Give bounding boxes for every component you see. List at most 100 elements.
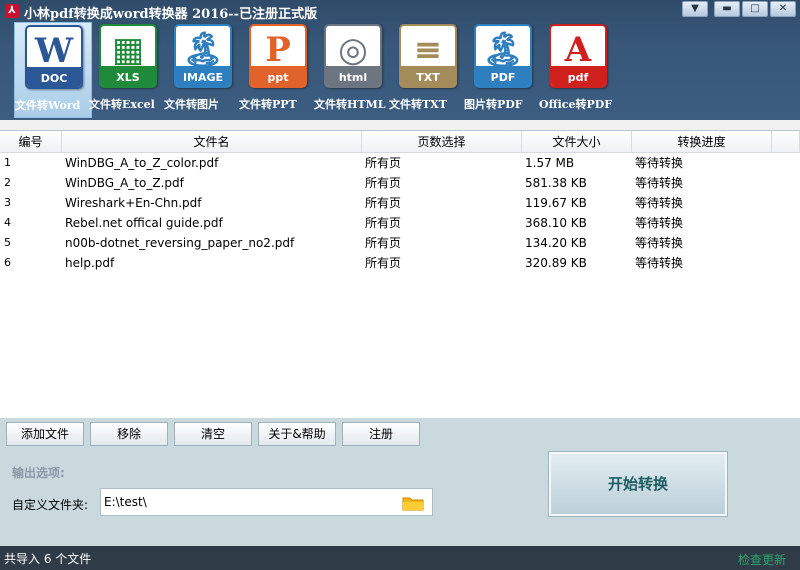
clear-button[interactable]: 清空 [174,422,252,446]
toolbar-icon-tag: ppt [267,71,289,84]
toolbar-icon-tag: IMAGE [182,71,224,84]
imported-count-text: 共导入 6 个文件 [4,552,92,566]
cell-progress: 等待转换 [635,256,684,270]
toolbar-item-label: Office转PDF [539,98,613,111]
xls-icon: ▦ XLS [99,24,157,88]
toolbar-item-ppt[interactable]: Pppt 文件转PPT [239,22,317,118]
remove-button[interactable]: 移除 [90,422,168,446]
title-bar: ⅄ 小林pdf转换成word转换器 2016--已注册正式版 ▼ ▬ □ ✕ [0,0,800,22]
cell-progress: 等待转换 [635,236,684,250]
table-header: 编号 文件名 页数选择 文件大小 转换进度 [0,131,800,153]
toolbar-icon-tag: PDF [490,71,516,84]
toolbar-item-label: 文件转HTML [314,98,386,111]
cell-progress: 等待转换 [635,156,684,170]
cell-pages: 所有页 [365,176,402,190]
minimize-button[interactable]: ▬ [714,1,740,17]
table-body: 1 WinDBG_A_to_Z_color.pdf 所有页 1.57 MB 等待转换 2 W… [0,153,800,273]
table-row[interactable]: 3 Wireshark+En-Chn.pdf 所有页 119.67 KB 等待转换 [0,193,800,213]
cell-progress: 等待转换 [635,216,684,230]
window-title: 小林pdf转换成word转换器 2016--已注册正式版 [24,7,318,22]
maximize-button[interactable]: □ [742,1,768,17]
toolbar-item-txt[interactable]: ≡ TXT 文件转TXT [389,22,467,118]
custom-folder-field [100,488,433,516]
toolbar-item-pdf[interactable]: Apdf Office转PDF [539,22,617,118]
toolbar-item-xls[interactable]: ▦ XLS 文件转Excel [89,22,167,118]
toolbar-item-html[interactable]: ◎ html 文件转HTML [314,22,392,118]
column-header-filename[interactable]: 文件名 [62,131,362,152]
file-table[interactable]: 编号 文件名 页数选择 文件大小 转换进度 1 WinDBG_A_to_Z_col… [0,130,800,418]
cell-size: 320.89 KB [525,256,587,270]
toolbar-icon-tag: pdf [567,71,589,84]
conversion-toolbar: W DOC 文件转Word ▦ XLS 文件转Excel 🏝 IMAGE 文件转图片 Pppt 文件… [14,22,614,118]
dropdown-menu-button[interactable]: ▼ [682,1,708,17]
acrobat-icon: ⅄ [5,4,19,18]
toolbar-item-label: 图片转PDF [464,98,523,111]
cell-filename: WinDBG_A_to_Z.pdf [65,176,184,190]
toolbar-icon-glyph: P [265,30,291,70]
cell-progress: 等待转换 [635,176,684,190]
cell-size: 1.57 MB [525,156,575,170]
table-row[interactable]: 2 WinDBG_A_to_Z.pdf 所有页 581.38 KB 等待转换 [0,173,800,193]
table-row[interactable]: 1 WinDBG_A_to_Z_color.pdf 所有页 1.57 MB 等待转换 [0,153,800,173]
column-header-pages[interactable]: 页数选择 [362,131,522,152]
close-button[interactable]: ✕ [770,1,796,17]
image-icon: 🏝 IMAGE [174,24,232,88]
about-help-button[interactable]: 关于&帮助 [258,422,336,446]
cell-pages: 所有页 [365,256,402,270]
table-row[interactable]: 4 Rebel.net offical guide.pdf 所有页 368.10 KB… [0,213,800,233]
folder-path-input[interactable] [104,495,394,509]
cell-pages: 所有页 [365,216,402,230]
cell-size: 119.67 KB [525,196,587,210]
column-header-number[interactable]: 编号 [0,131,62,152]
cell-number: 6 [4,256,11,269]
add-file-button[interactable]: 添加文件 [6,422,84,446]
status-bar: 共导入 6 个文件 检查更新 [0,546,800,570]
custom-folder-label: 自定义文件夹: [12,498,89,512]
toolbar-icon-tag: XLS [116,71,140,84]
cell-filename: help.pdf [65,256,115,270]
column-header-spacer [772,131,800,152]
toolbar-item-label: 文件转TXT [389,98,447,111]
header-area: ⅄ 小林pdf转换成word转换器 2016--已注册正式版 ▼ ▬ □ ✕ W… [0,0,800,120]
toolbar-icon-glyph: ◎ [338,30,368,70]
column-header-progress[interactable]: 转换进度 [632,131,772,152]
toolbar-icon-glyph: ▦ [111,30,145,70]
cell-number: 3 [4,196,11,209]
action-buttons: 添加文件 移除 清空 关于&帮助 注册 [6,422,420,446]
toolbar-item-image-to-pdf[interactable]: 🏝 PDF 图片转PDF [464,22,542,118]
toolbar-icon-glyph: ≡ [413,30,443,70]
toolbar-item-image[interactable]: 🏝 IMAGE 文件转图片 [164,22,242,118]
cell-number: 4 [4,216,11,229]
table-row[interactable]: 5 n00b-dotnet_reversing_paper_no2.pdf 所有页 1… [0,233,800,253]
cell-pages: 所有页 [365,236,402,250]
cell-filename: WinDBG_A_to_Z_color.pdf [65,156,219,170]
folder-icon[interactable] [402,495,424,511]
output-options-title: 输出选项: [12,466,65,480]
toolbar-item-label: 文件转PPT [239,98,297,111]
cell-number: 2 [4,176,11,189]
toolbar-item-doc[interactable]: W DOC 文件转Word [14,22,92,118]
toolbar-icon-glyph: W [34,31,74,71]
cell-filename: Wireshark+En-Chn.pdf [65,196,202,210]
toolbar-icon-tag: TXT [416,71,440,84]
cell-pages: 所有页 [365,156,402,170]
column-header-size[interactable]: 文件大小 [522,131,632,152]
cell-filename: n00b-dotnet_reversing_paper_no2.pdf [65,236,295,250]
cell-number: 5 [4,236,11,249]
register-button[interactable]: 注册 [342,422,420,446]
toolbar-icon-tag: DOC [40,72,68,85]
options-panel: 添加文件 移除 清空 关于&帮助 注册 输出选项: 自定义文件夹: 开始转换 [0,418,800,546]
table-row[interactable]: 6 help.pdf 所有页 320.89 KB 等待转换 [0,253,800,273]
cell-progress: 等待转换 [635,196,684,210]
txt-icon: ≡ TXT [399,24,457,88]
doc-icon: W DOC [25,25,83,89]
html-icon: ◎ html [324,24,382,88]
cell-size: 368.10 KB [525,216,587,230]
toolbar-icon-glyph: 🏝 [481,30,525,70]
toolbar-icon-glyph: 🏝 [181,30,225,70]
toolbar-item-label: 文件转图片 [164,98,219,111]
cell-size: 581.38 KB [525,176,587,190]
toolbar-item-label: 文件转Excel [89,98,155,111]
start-convert-button[interactable]: 开始转换 [549,452,727,516]
check-update-link[interactable]: 检查更新 [738,551,786,568]
